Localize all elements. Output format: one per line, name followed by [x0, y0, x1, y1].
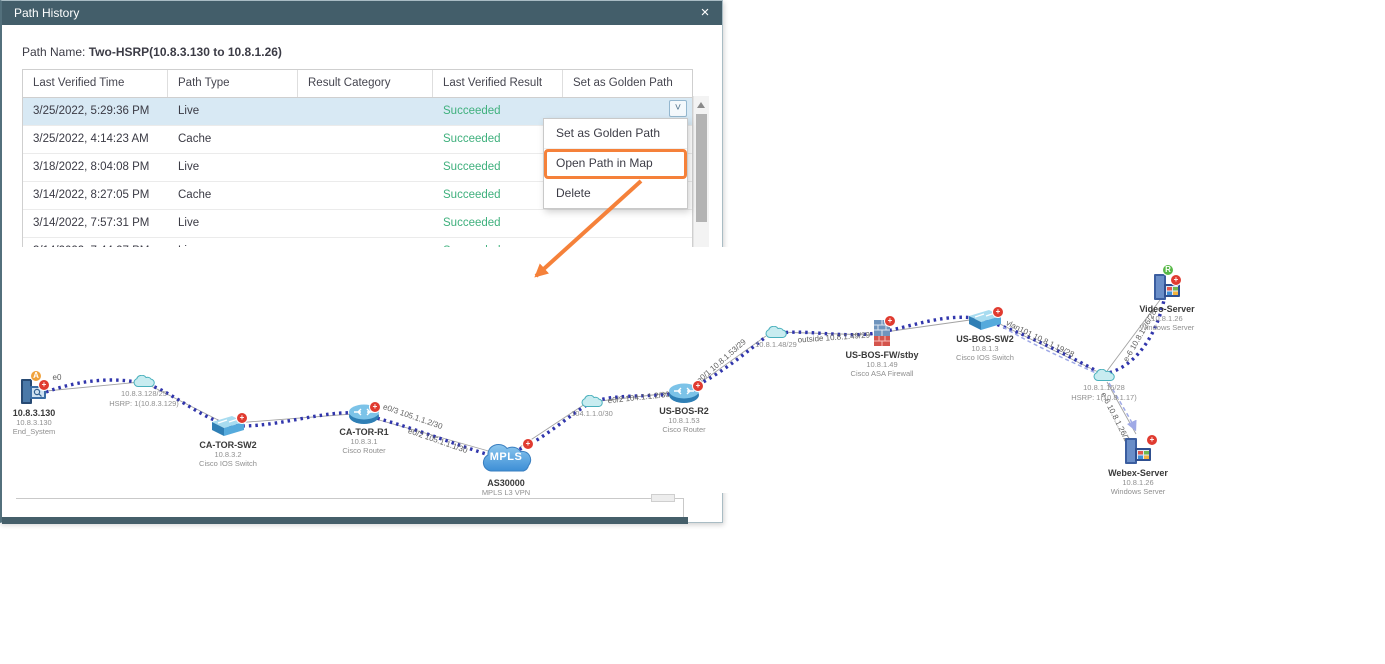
cell-time: 3/25/2022, 5:29:36 PM: [23, 98, 168, 125]
node-hsrp: HSRP: 1(10.8.3.129): [99, 399, 189, 408]
node-ip: 10.8.3.1: [319, 437, 409, 446]
node-type: Windows Server: [1122, 323, 1212, 332]
path-name-value: Two-HSRP(10.8.3.130 to 10.8.1.26): [89, 45, 282, 59]
node-type: Cisco ASA Firewall: [837, 369, 927, 378]
mpls-cloud-label: MPLS: [478, 451, 534, 463]
map-node-us-bos-fw[interactable]: + US-BOS-FW/stby 10.8.1.49 Cisco ASA Fir…: [837, 318, 927, 378]
node-type: Windows Server: [1093, 487, 1183, 496]
alert-badge-icon: +: [236, 412, 248, 424]
alert-badge-icon: +: [38, 379, 50, 391]
node-hsrp: HSRP: 1(10.8.1.17): [1059, 393, 1149, 402]
column-header-path-type[interactable]: Path Type: [168, 70, 298, 97]
cell-time: 3/14/2022, 8:27:05 PM: [23, 182, 168, 209]
cell-result-category: [298, 126, 433, 153]
node-ip: 10.8.1.3: [940, 344, 1030, 353]
golden-path-dropdown-button[interactable]: ˅: [669, 100, 687, 117]
dialog-title: Path History: [14, 6, 79, 20]
node-name: 10.8.3.130: [0, 408, 79, 418]
column-header-set-as-golden-path[interactable]: Set as Golden Path: [563, 70, 692, 97]
map-node-end-system[interactable]: A + 10.8.3.130 10.8.3.130 End_System: [0, 376, 79, 436]
cell-result: Succeeded: [433, 210, 563, 237]
screenshot-stage: Path History × Path Name: Two-HSRP(10.8.…: [0, 0, 1385, 664]
cell-time: 3/14/2022, 7:57:31 PM: [23, 210, 168, 237]
map-node-us-bos-r2[interactable]: + US-BOS-R2 10.8.1.53 Cisco Router: [639, 382, 729, 434]
node-name: CA-TOR-R1: [319, 427, 409, 437]
node-ip: 10.8.3.2: [183, 450, 273, 459]
map-node-ca-tor-sw2[interactable]: + CA-TOR-SW2 10.8.3.2 Cisco IOS Switch: [183, 414, 273, 468]
menu-item-open-path-in-map[interactable]: Open Path in Map: [544, 149, 687, 179]
alert-badge-icon: +: [1170, 274, 1182, 286]
node-name: 10.8.1.16/28: [1059, 383, 1149, 393]
scrollbar-thumb[interactable]: [696, 114, 707, 222]
cell-result-category: [298, 182, 433, 209]
alert-badge-icon: +: [369, 401, 381, 413]
node-name: 10.8.3.128/25: [99, 389, 189, 399]
dialog-titlebar: Path History ×: [2, 1, 722, 25]
map-node-hsrp-cloud-1[interactable]: 10.8.3.128/25 HSRP: 1(10.8.3.129): [99, 375, 189, 408]
cell-path-type: Live: [168, 154, 298, 181]
table-header-row: Last Verified Time Path Type Result Cate…: [23, 70, 692, 98]
node-type: Cisco Router: [319, 446, 409, 455]
map-node-video-server[interactable]: R + Video-Server 10.8.1.26 Windows Serve…: [1122, 272, 1212, 332]
map-node-hsrp-cloud-2[interactable]: 10.8.1.16/28 HSRP: 1(10.8.1.17): [1059, 369, 1149, 402]
menu-item-delete[interactable]: Delete: [544, 179, 687, 208]
map-node-subnet-cloud[interactable]: 104.1.1.0/30: [547, 395, 637, 419]
path-map-panel[interactable]: e0 e0/3 105.1.1.2/30 e0/2 105.1.1.1/30 e…: [2, 247, 1385, 493]
node-ip: 10.8.1.53: [639, 416, 729, 425]
cell-result-category: [298, 154, 433, 181]
map-node-mpls-cloud[interactable]: + MPLS AS30000 MPLS L3 VPN: [461, 438, 551, 497]
node-type: End_System: [0, 427, 79, 436]
path-name-label: Path Name:: [22, 45, 85, 59]
node-name: CA-TOR-SW2: [183, 440, 273, 450]
map-node-us-bos-sw2[interactable]: + US-BOS-SW2 10.8.1.3 Cisco IOS Switch: [940, 308, 1030, 362]
node-ip: 10.8.1.49: [837, 360, 927, 369]
cell-path-type: Cache: [168, 126, 298, 153]
alert-badge-icon: +: [992, 306, 1004, 318]
node-ip: 10.8.1.26: [1122, 314, 1212, 323]
alert-badge-icon: +: [1146, 434, 1158, 446]
column-header-result-category[interactable]: Result Category: [298, 70, 433, 97]
map-node-ca-tor-r1[interactable]: + CA-TOR-R1 10.8.3.1 Cisco Router: [319, 403, 409, 455]
cell-path-type: Live: [168, 210, 298, 237]
column-header-last-verified-time[interactable]: Last Verified Time: [23, 70, 168, 97]
chevron-down-icon: ˅: [675, 102, 681, 114]
cell-result-category: [298, 210, 433, 237]
map-node-webex-server[interactable]: + Webex-Server 10.8.1.26 Windows Server: [1093, 436, 1183, 496]
menu-item-set-as-golden-path[interactable]: Set as Golden Path: [544, 119, 687, 149]
node-name: 10.8.1.48/29: [731, 340, 821, 350]
cell-time: 3/18/2022, 8:04:08 PM: [23, 154, 168, 181]
map-node-subnet-cloud[interactable]: 10.8.1.48/29: [731, 326, 821, 350]
scrollbar-up-arrow-icon[interactable]: [697, 102, 705, 108]
cell-time: 3/25/2022, 4:14:23 AM: [23, 126, 168, 153]
row-context-menu: Set as Golden Path Open Path in Map Dele…: [543, 118, 688, 209]
node-name: Video-Server: [1122, 304, 1212, 314]
table-vertical-scrollbar[interactable]: [693, 96, 709, 256]
alert-badge-icon: +: [884, 315, 896, 327]
node-type: MPLS L3 VPN: [461, 488, 551, 497]
node-ip: 10.8.1.26: [1093, 478, 1183, 487]
cell-path-type: Live: [168, 98, 298, 125]
node-name: US-BOS-SW2: [940, 334, 1030, 344]
node-name: 104.1.1.0/30: [547, 409, 637, 419]
node-name: US-BOS-R2: [639, 406, 729, 416]
cell-result-category: [298, 98, 433, 125]
alert-badge-icon: +: [692, 380, 704, 392]
node-type: Cisco IOS Switch: [940, 353, 1030, 362]
link-label: e0/2 105.1.1.1/30: [407, 426, 469, 455]
node-name: AS30000: [461, 478, 551, 488]
path-name-line: Path Name: Two-HSRP(10.8.3.130 to 10.8.1…: [22, 45, 282, 59]
close-icon[interactable]: ×: [694, 1, 716, 25]
alert-badge-icon: +: [522, 438, 534, 450]
table-row[interactable]: 3/14/2022, 7:57:31 PM Live Succeeded: [23, 210, 692, 238]
node-type: Cisco Router: [639, 425, 729, 434]
dialog-bottom-edge: [2, 517, 688, 524]
node-name: US-BOS-FW/stby: [837, 350, 927, 360]
node-ip: 10.8.3.130: [0, 418, 79, 427]
node-type: Cisco IOS Switch: [183, 459, 273, 468]
node-name: Webex-Server: [1093, 468, 1183, 478]
column-header-last-verified-result[interactable]: Last Verified Result: [433, 70, 563, 97]
cell-path-type: Cache: [168, 182, 298, 209]
